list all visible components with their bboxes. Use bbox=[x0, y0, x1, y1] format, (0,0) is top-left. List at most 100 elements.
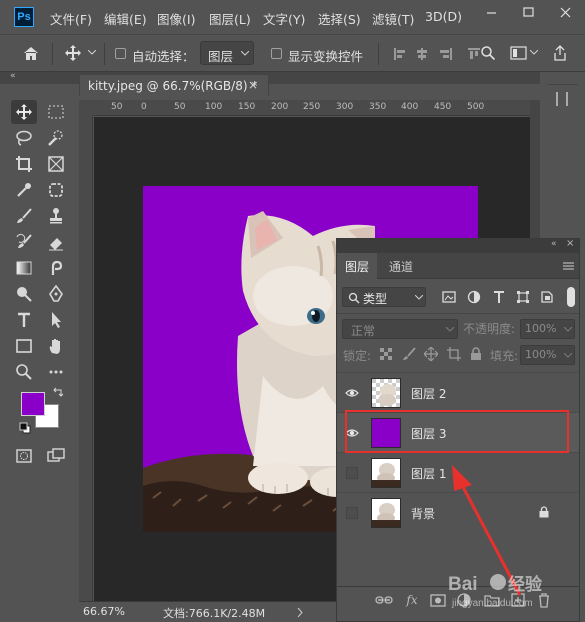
spot-healing-tool[interactable] bbox=[43, 178, 69, 202]
watermark: Bai 经验 jingyan.baidu.com bbox=[446, 568, 558, 612]
blend-mode-dropdown[interactable]: 正常 bbox=[342, 319, 458, 339]
zoom-icon bbox=[16, 364, 32, 380]
more-tools[interactable] bbox=[43, 360, 69, 384]
tab-layers[interactable]: 图层 bbox=[337, 253, 378, 279]
marquee-tool[interactable] bbox=[43, 100, 69, 124]
visibility-toggle[interactable] bbox=[346, 467, 358, 479]
chevron-right-icon[interactable] bbox=[297, 608, 303, 617]
pixel-layer-filter-icon[interactable] bbox=[442, 290, 456, 304]
ruler-tick: 250 bbox=[303, 102, 321, 112]
dodge-icon bbox=[17, 287, 32, 302]
marquee-icon bbox=[48, 105, 64, 119]
menu-file[interactable]: 文件(F) bbox=[50, 9, 92, 28]
default-colors-icon[interactable] bbox=[19, 422, 31, 434]
lock-artboard-icon[interactable] bbox=[447, 347, 461, 361]
lock-position-icon[interactable] bbox=[424, 347, 438, 361]
menu-edit[interactable]: 编辑(E) bbox=[104, 9, 147, 28]
eyedropper-icon bbox=[17, 183, 31, 197]
lasso-tool[interactable] bbox=[11, 126, 37, 150]
eyedropper-tool[interactable] bbox=[11, 178, 37, 202]
history-brush-tool[interactable] bbox=[11, 230, 37, 254]
close-tab-icon[interactable]: × bbox=[248, 78, 258, 92]
move-tool-icon[interactable] bbox=[64, 44, 82, 62]
history-brush-icon bbox=[16, 233, 32, 248]
dodge-tool[interactable] bbox=[11, 282, 37, 306]
type-layer-filter-icon[interactable] bbox=[492, 290, 506, 304]
filter-toggle[interactable] bbox=[567, 287, 575, 307]
swap-colors-icon[interactable] bbox=[52, 386, 64, 398]
lock-transparent-icon[interactable] bbox=[380, 348, 392, 360]
collapse-left-icon[interactable]: « bbox=[10, 71, 16, 81]
menu-select[interactable]: 选择(S) bbox=[318, 9, 361, 28]
close-panel-icon[interactable]: × bbox=[566, 238, 574, 249]
collapsed-panel-grip[interactable] bbox=[556, 92, 568, 106]
menu-layer[interactable]: 图层(L) bbox=[209, 9, 251, 28]
workspace-icon[interactable] bbox=[510, 46, 528, 60]
chevron-down-icon[interactable] bbox=[530, 50, 538, 56]
layer-filter-dropdown[interactable]: 类型 bbox=[342, 287, 426, 307]
layer-style-icon[interactable]: fx bbox=[403, 591, 421, 609]
layer-thumbnail bbox=[371, 498, 401, 528]
screen-mode-button[interactable] bbox=[43, 444, 69, 468]
visibility-toggle[interactable] bbox=[346, 507, 358, 519]
lock-all-icon[interactable] bbox=[470, 347, 482, 361]
smudge-icon bbox=[51, 260, 63, 275]
search-icon[interactable] bbox=[480, 45, 496, 61]
move-tool[interactable] bbox=[11, 100, 37, 124]
minimize-button[interactable] bbox=[473, 0, 510, 26]
chevron-down-icon[interactable] bbox=[88, 50, 96, 56]
type-tool[interactable] bbox=[11, 308, 37, 332]
layer-name: 背景 bbox=[411, 507, 436, 521]
menu-type[interactable]: 文字(Y) bbox=[263, 9, 305, 28]
frame-icon bbox=[48, 156, 64, 172]
eraser-icon bbox=[49, 238, 63, 251]
fill-value: 100% bbox=[525, 348, 557, 361]
zoom-tool[interactable] bbox=[11, 360, 37, 384]
document-tab[interactable]: kitty.jpeg @ 66.7%(RGB/8) * × bbox=[79, 74, 269, 96]
rectangle-tool[interactable] bbox=[11, 334, 37, 358]
gradient-tool[interactable] bbox=[11, 256, 37, 280]
tab-channels[interactable]: 通道 bbox=[381, 253, 421, 279]
close-button[interactable] bbox=[547, 0, 584, 26]
maximize-button[interactable] bbox=[510, 0, 547, 26]
fill-field[interactable]: 100% bbox=[520, 345, 575, 365]
home-icon[interactable] bbox=[22, 45, 40, 61]
auto-select-checkbox[interactable] bbox=[115, 48, 126, 59]
link-layers-icon[interactable] bbox=[375, 591, 393, 609]
brush-tool[interactable] bbox=[11, 204, 37, 228]
share-icon[interactable] bbox=[552, 44, 568, 62]
shape-layer-filter-icon[interactable] bbox=[516, 290, 530, 304]
smudge-tool[interactable] bbox=[43, 256, 69, 280]
zoom-level[interactable]: 66.67% bbox=[83, 605, 125, 618]
chevron-down-icon bbox=[564, 327, 572, 332]
menu-3d[interactable]: 3D(D) bbox=[425, 9, 462, 24]
frame-tool[interactable] bbox=[43, 152, 69, 176]
quick-mask-button[interactable] bbox=[11, 444, 37, 468]
collapse-panel-icon[interactable]: « bbox=[551, 239, 557, 249]
layer-row-layer-2[interactable]: 图层 2 bbox=[337, 372, 579, 412]
foreground-color-swatch[interactable] bbox=[21, 392, 45, 416]
eraser-tool[interactable] bbox=[43, 230, 69, 254]
clone-stamp-tool[interactable] bbox=[43, 204, 69, 228]
adjustment-layer-filter-icon[interactable] bbox=[467, 290, 481, 304]
smart-object-filter-icon[interactable] bbox=[540, 290, 554, 304]
show-transform-checkbox[interactable] bbox=[271, 48, 282, 59]
path-selection-tool[interactable] bbox=[43, 308, 69, 332]
stamp-icon bbox=[50, 208, 62, 224]
quick-selection-tool[interactable] bbox=[43, 126, 69, 150]
panel-menu-icon[interactable] bbox=[563, 262, 574, 270]
auto-select-target-dropdown[interactable]: 图层 bbox=[200, 41, 254, 65]
hand-tool[interactable] bbox=[43, 334, 69, 358]
menu-image[interactable]: 图像(I) bbox=[157, 9, 195, 28]
eye-icon[interactable] bbox=[345, 386, 359, 400]
ruler-tick: 0 bbox=[141, 102, 147, 112]
align-icons[interactable] bbox=[392, 46, 492, 62]
pen-tool[interactable] bbox=[43, 282, 69, 306]
crop-tool[interactable] bbox=[11, 152, 37, 176]
more-icon bbox=[49, 370, 63, 374]
opacity-field[interactable]: 100% bbox=[520, 319, 575, 339]
ruler-corner bbox=[79, 100, 93, 116]
menu-filter[interactable]: 滤镜(T) bbox=[372, 9, 414, 28]
lock-pixels-icon[interactable] bbox=[402, 347, 416, 361]
status-bar: 66.67% 文档:766.1K/2.48M bbox=[79, 601, 339, 622]
